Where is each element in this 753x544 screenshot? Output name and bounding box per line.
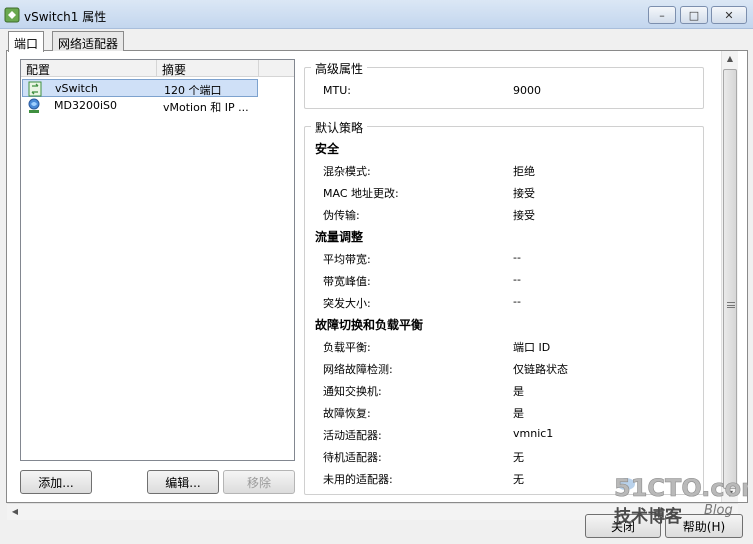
policy-label: 通知交换机:	[323, 385, 382, 398]
vertical-scrollbar[interactable]: ▲ ▼	[721, 51, 738, 502]
policy-label: 活动适配器:	[323, 429, 382, 442]
default-policy-group: 默认策略 安全 混杂模式: 拒绝 MAC 地址更改: 接受 伪传输: 接受 流量…	[304, 119, 704, 495]
maximize-button[interactable]: □	[680, 6, 708, 24]
port-summary: 120 个端口	[164, 84, 222, 97]
watermark-tag: Blog	[704, 503, 733, 518]
policy-value: 是	[513, 407, 524, 420]
port-name: vSwitch	[55, 82, 98, 95]
scroll-up-arrow-icon[interactable]: ▲	[722, 51, 738, 67]
vmkernel-port-icon	[28, 98, 40, 113]
vsphere-app-icon	[4, 7, 20, 23]
list-item-vswitch[interactable]: vSwitch 120 个端口	[22, 79, 258, 97]
tab-ports[interactable]: 端口	[8, 31, 45, 52]
group-title: 高级属性	[311, 60, 368, 77]
section-security: 安全	[315, 142, 340, 156]
policy-label: 平均带宽:	[323, 253, 371, 266]
list-header: 配置 摘要	[21, 60, 294, 77]
policy-value: 拒绝	[513, 165, 535, 178]
policy-value: --	[513, 295, 521, 308]
policy-label: 未用的适配器:	[323, 473, 393, 486]
title-bar[interactable]: vSwitch1 属性 – □ ✕	[0, 0, 753, 29]
policy-label: MAC 地址更改:	[323, 187, 399, 200]
policy-value: vmnic1	[513, 427, 554, 440]
policy-label: 伪传输:	[323, 209, 360, 222]
policy-value: 接受	[513, 209, 535, 222]
policy-label: 网络故障检测:	[323, 363, 393, 376]
policy-label: 待机适配器:	[323, 451, 382, 464]
policy-value: 仅链路状态	[513, 363, 568, 376]
policy-label: 故障恢复:	[323, 407, 371, 420]
policy-value: --	[513, 273, 521, 286]
policy-value: 无	[513, 473, 524, 486]
section-failover-load-balancing: 故障切换和负载平衡	[315, 318, 424, 332]
window-title: vSwitch1 属性	[24, 10, 107, 24]
ports-list[interactable]: 配置 摘要 vSwitch 120 个端口 MD3200iS0 vMotion …	[20, 59, 295, 461]
mtu-value: 9000	[513, 84, 541, 97]
policy-label: 混杂模式:	[323, 165, 371, 178]
policy-label: 负载平衡:	[323, 341, 371, 354]
policy-value: 端口 ID	[513, 341, 551, 354]
scroll-left-arrow-icon[interactable]: ◀	[7, 504, 23, 520]
port-name: MD3200iS0	[54, 99, 117, 112]
mtu-label: MTU:	[323, 84, 351, 97]
add-button[interactable]: 添加...	[20, 470, 92, 494]
port-summary: vMotion 和 IP ...	[163, 101, 249, 114]
watermark-caption: 技术博客	[614, 506, 683, 527]
site-watermark-logo: 51CTO.com 技术博客 Blog	[614, 474, 748, 527]
column-header-config[interactable]: 配置	[21, 60, 157, 77]
column-header-summary[interactable]: 摘要	[157, 60, 259, 77]
tab-network-adapters[interactable]: 网络适配器	[52, 31, 125, 51]
scroll-thumb[interactable]	[723, 69, 737, 489]
tab-bar: 端口 网络适配器	[6, 31, 748, 52]
remove-button[interactable]: 移除	[223, 470, 295, 494]
edit-button[interactable]: 编辑...	[147, 470, 219, 494]
policy-value: --	[513, 251, 521, 264]
policy-value: 是	[513, 385, 524, 398]
policy-label: 带宽峰值:	[323, 275, 371, 288]
tab-content-panel: 配置 摘要 vSwitch 120 个端口 MD3200iS0 vMotion …	[6, 51, 748, 520]
advanced-properties-group: 高级属性 MTU: 9000	[304, 60, 704, 109]
close-window-button[interactable]: ✕	[711, 6, 747, 24]
watermark-site: 51CTO.com	[614, 474, 748, 502]
section-traffic-shaping: 流量调整	[315, 230, 364, 244]
list-item-md3200is0[interactable]: MD3200iS0 vMotion 和 IP ...	[22, 97, 258, 115]
minimize-button[interactable]: –	[648, 6, 676, 24]
grip-icon	[727, 302, 735, 308]
group-title: 默认策略	[311, 119, 368, 136]
policy-label: 突发大小:	[323, 297, 371, 310]
policy-value: 无	[513, 451, 524, 464]
vswitch-icon	[28, 81, 42, 97]
policy-value: 接受	[513, 187, 535, 200]
